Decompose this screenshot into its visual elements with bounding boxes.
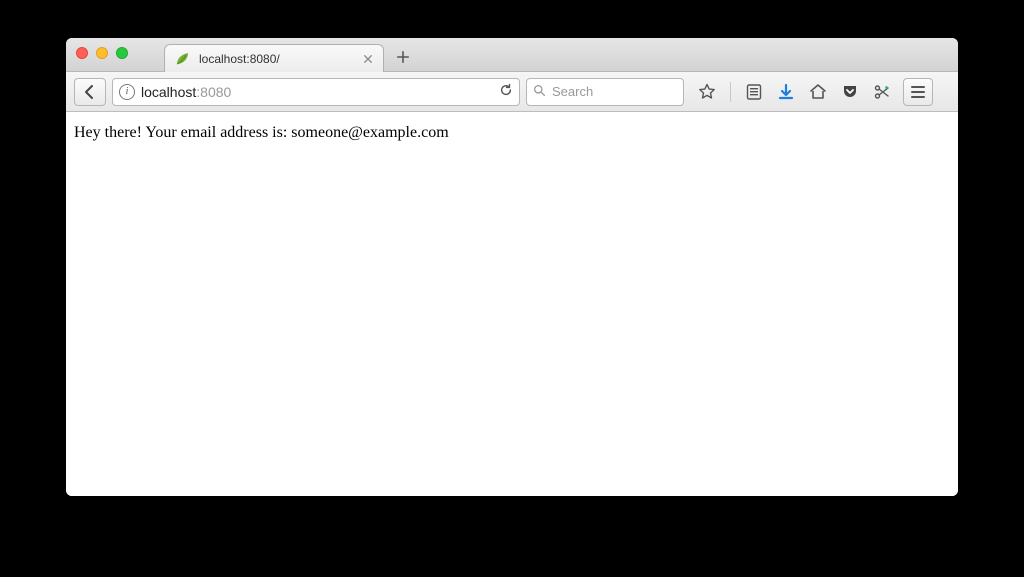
tab-title: localhost:8080/ xyxy=(199,52,353,66)
reader-sidebar-icon[interactable] xyxy=(745,83,763,101)
search-icon xyxy=(533,84,546,100)
refresh-button[interactable] xyxy=(499,83,513,100)
home-icon[interactable] xyxy=(809,83,827,101)
address-bar: i localhost:8080 Search xyxy=(66,72,958,112)
spring-leaf-icon xyxy=(175,51,191,67)
url-host: localhost xyxy=(141,84,196,100)
window-maximize-button[interactable] xyxy=(116,47,128,59)
browser-window: localhost:8080/ i localhost:8080 S xyxy=(66,38,958,496)
titlebar: localhost:8080/ xyxy=(66,38,958,72)
pocket-icon[interactable] xyxy=(841,83,859,101)
hamburger-menu-button[interactable] xyxy=(903,78,933,106)
toolbar-icons xyxy=(698,82,891,102)
window-close-button[interactable] xyxy=(76,47,88,59)
window-minimize-button[interactable] xyxy=(96,47,108,59)
browser-tab[interactable]: localhost:8080/ xyxy=(164,44,384,72)
new-tab-button[interactable] xyxy=(390,46,416,68)
bookmarks-star-icon[interactable] xyxy=(698,83,716,101)
tab-close-button[interactable] xyxy=(361,52,375,66)
url-port: :8080 xyxy=(196,84,231,100)
downloads-icon[interactable] xyxy=(777,83,795,101)
search-input[interactable]: Search xyxy=(526,78,684,106)
screenshot-scissors-icon[interactable] xyxy=(873,83,891,101)
search-placeholder: Search xyxy=(552,84,593,99)
page-content: Hey there! Your email address is: someon… xyxy=(66,112,958,496)
url-input[interactable]: i localhost:8080 xyxy=(112,78,520,106)
page-body-text: Hey there! Your email address is: someon… xyxy=(74,124,449,141)
toolbar-divider xyxy=(730,82,731,102)
site-info-icon[interactable]: i xyxy=(119,84,135,100)
window-controls xyxy=(76,47,128,59)
back-button[interactable] xyxy=(74,78,106,106)
